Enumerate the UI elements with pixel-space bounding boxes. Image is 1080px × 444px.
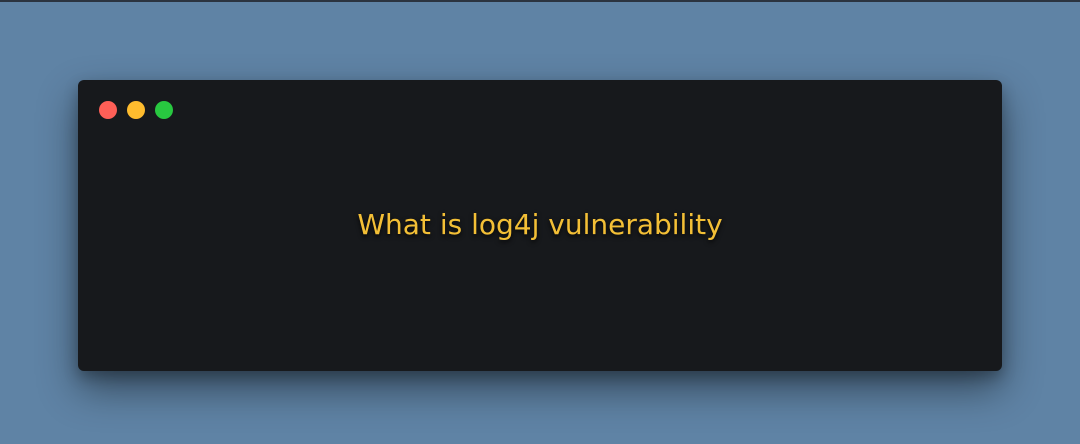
code-window: What is log4j vulnerability xyxy=(78,80,1002,371)
zoom-traffic-light-icon[interactable] xyxy=(155,101,173,119)
top-edge-divider xyxy=(0,0,1080,2)
headline-text: What is log4j vulnerability xyxy=(357,208,723,241)
window-content-area: What is log4j vulnerability xyxy=(78,134,1002,371)
close-traffic-light-icon[interactable] xyxy=(99,101,117,119)
minimize-traffic-light-icon[interactable] xyxy=(127,101,145,119)
window-controls xyxy=(99,101,173,119)
